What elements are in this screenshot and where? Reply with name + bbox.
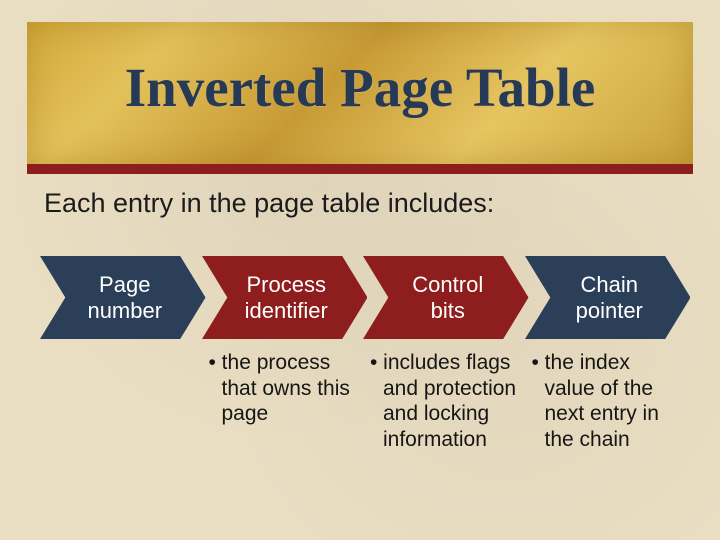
slide: Inverted Page Table Each entry in the pa… xyxy=(0,0,720,540)
chevron-label: Control bits xyxy=(363,272,529,323)
desc-control-bits: • includes flags and protection and lock… xyxy=(379,350,525,452)
desc-chain-pointer: • the index value of the next entry in t… xyxy=(541,350,687,452)
chevron-chain-pointer: Chain pointer xyxy=(525,256,691,339)
chevron-label: Page number xyxy=(40,272,206,323)
chevron-page-number: Page number xyxy=(40,256,206,339)
desc-process-identifier: • the process that owns this page xyxy=(218,350,364,452)
chevron-control-bits: Control bits xyxy=(363,256,529,339)
desc-page-number xyxy=(56,350,202,452)
chevron-row: Page number Process identifier Control b… xyxy=(40,256,686,339)
descriptions-row: • the process that owns this page • incl… xyxy=(40,350,686,452)
chevron-process-identifier: Process identifier xyxy=(202,256,368,339)
title-band: Inverted Page Table xyxy=(27,22,693,174)
chevron-label: Process identifier xyxy=(202,272,368,323)
slide-subhead: Each entry in the page table includes: xyxy=(44,188,494,219)
chevron-label: Chain pointer xyxy=(525,272,691,323)
slide-title: Inverted Page Table xyxy=(27,56,693,119)
